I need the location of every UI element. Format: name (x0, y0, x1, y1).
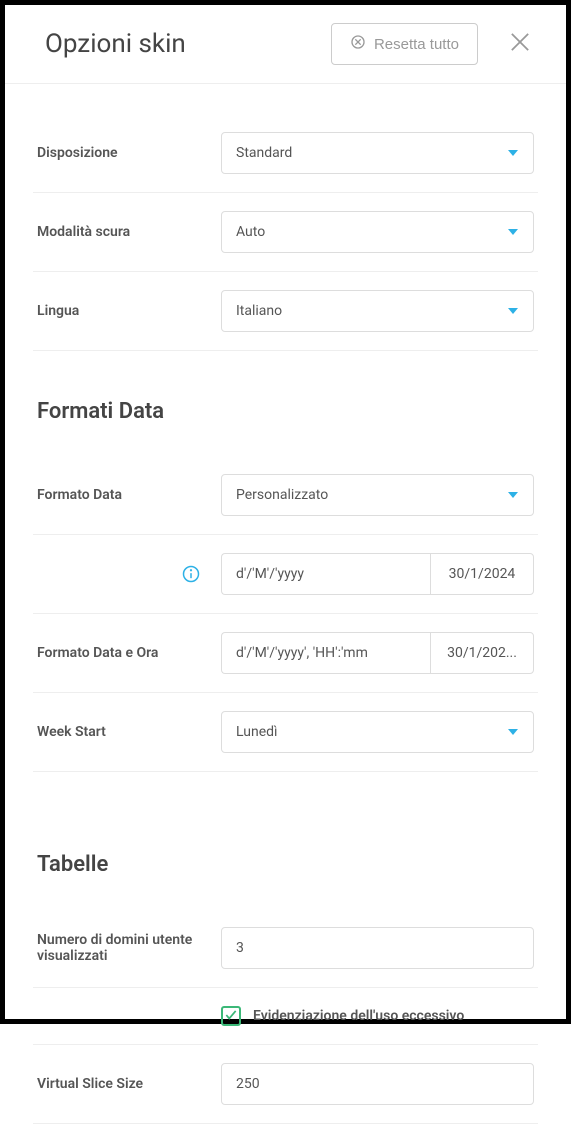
domains-value: 3 (236, 940, 244, 956)
reset-icon (350, 34, 366, 54)
weekstart-select[interactable]: Lunedì (221, 711, 534, 753)
language-label: Lingua (37, 303, 209, 319)
dateformat-value: Personalizzato (236, 487, 328, 503)
chevron-down-icon (507, 489, 519, 501)
highlight-checkbox[interactable] (221, 1006, 241, 1026)
chevron-down-icon (507, 726, 519, 738)
layout-value: Standard (236, 145, 292, 161)
domains-input[interactable]: 3 (221, 927, 534, 969)
dateformat-custom-input[interactable]: d'/'M'/'yyyy (221, 553, 430, 595)
datetimeformat-input[interactable]: d'/'M'/'yyyy', 'HH':'mm (221, 632, 430, 674)
close-icon (506, 41, 534, 60)
language-value: Italiano (236, 303, 282, 319)
dateformat-label: Formato Data (37, 487, 209, 503)
check-icon (224, 1007, 238, 1026)
reset-all-button[interactable]: Resetta tutto (331, 23, 478, 65)
reset-label: Resetta tutto (374, 36, 459, 53)
layout-label: Disposizione (37, 145, 209, 161)
darkmode-label: Modalità scura (37, 224, 209, 240)
chevron-down-icon (507, 226, 519, 238)
tables-heading: Tabelle (33, 852, 538, 877)
weekstart-label: Week Start (37, 724, 209, 740)
datetimeformat-label: Formato Data e Ora (37, 645, 209, 661)
chevron-down-icon (507, 305, 519, 317)
close-button[interactable] (502, 24, 538, 64)
highlight-label: Evidenziazione dell'uso eccessivo (253, 1008, 464, 1024)
slice-label: Virtual Slice Size (37, 1076, 209, 1092)
domains-label: Numero di domini utente visualizzati (37, 932, 209, 964)
dateformat-preview: 30/1/2024 (430, 553, 534, 595)
date-formats-heading: Formati Data (33, 399, 538, 424)
chevron-down-icon (507, 147, 519, 159)
datetimeformat-preview: 30/1/202... (430, 632, 534, 674)
slice-value: 250 (236, 1076, 260, 1092)
slice-input[interactable]: 250 (221, 1063, 534, 1105)
dateformat-custom-value: d'/'M'/'yyyy (236, 566, 304, 582)
layout-select[interactable]: Standard (221, 132, 534, 174)
language-select[interactable]: Italiano (221, 290, 534, 332)
weekstart-value: Lunedì (236, 724, 277, 740)
page-title: Opzioni skin (45, 29, 186, 59)
dateformat-select[interactable]: Personalizzato (221, 474, 534, 516)
darkmode-select[interactable]: Auto (221, 211, 534, 253)
darkmode-value: Auto (236, 224, 265, 240)
datetimeformat-value: d'/'M'/'yyyy', 'HH':'mm (236, 645, 368, 661)
info-icon[interactable] (181, 564, 201, 584)
